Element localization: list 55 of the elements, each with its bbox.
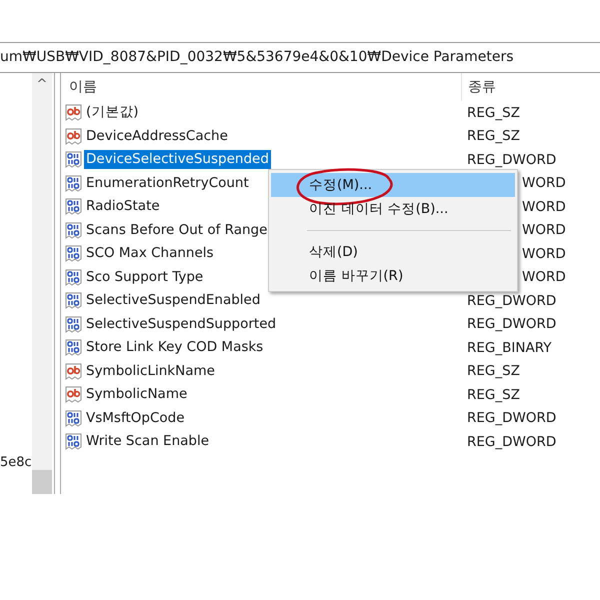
value-name[interactable]: EnumerationRetryCount (84, 174, 251, 193)
binary-value-icon (65, 198, 82, 216)
value-type: WORD (521, 198, 566, 217)
value-type: REG_SZ (467, 386, 520, 405)
value-type: REG_DWORD (467, 409, 556, 428)
value-name[interactable]: Sco Support Type (84, 268, 206, 287)
string-value-icon (65, 128, 82, 145)
value-type: WORD (521, 174, 566, 194)
value-name[interactable]: DeviceAddressCache (84, 126, 230, 146)
binary-value-icon (65, 339, 82, 356)
menu-item[interactable]: 삭제(D) (271, 240, 515, 264)
value-name[interactable]: Scans Before Out of Range (84, 220, 270, 240)
binary-value-icon (65, 316, 82, 333)
scroll-up-arrow[interactable]: ^ (32, 75, 52, 94)
binary-value-icon (65, 151, 82, 168)
value-name[interactable]: VsMsftOpCode (84, 408, 187, 428)
value-type: REG_DWORD (467, 432, 556, 452)
value-type: REG_DWORD (467, 150, 556, 170)
value-type: REG_BINARY (467, 338, 552, 358)
value-type: REG_SZ (467, 127, 520, 146)
value-name[interactable]: SymbolicName (84, 385, 190, 404)
column-header[interactable]: 이름 (65, 76, 461, 98)
binary-value-icon (65, 245, 82, 262)
value-name[interactable]: (기본값) (84, 103, 141, 122)
value-type: REG_DWORD (467, 292, 556, 311)
value-name[interactable]: RadioState (84, 197, 162, 216)
value-type: REG_DWORD (467, 315, 556, 334)
value-name[interactable]: SelectiveSuspendSupported (84, 314, 278, 334)
binary-value-icon (65, 222, 82, 239)
binary-value-icon (65, 174, 82, 192)
value-name[interactable]: SCO Max Channels (84, 244, 216, 264)
menu-item[interactable]: 이름 바꾸기(R) (271, 264, 515, 288)
string-value-icon (65, 386, 82, 404)
value-name[interactable]: SelectiveSuspendEnabled (84, 291, 262, 310)
value-type: WORD (521, 244, 566, 264)
column-header[interactable]: 종류 (461, 73, 496, 101)
menu-item[interactable]: 이진 데이터 수정(B)... (271, 197, 515, 221)
value-name[interactable]: SymbolicLinkName (84, 362, 217, 381)
binary-value-icon (65, 268, 82, 286)
value-name[interactable]: DeviceSelectiveSuspended (84, 150, 271, 170)
binary-value-icon (65, 410, 82, 427)
value-type: REG_SZ (467, 104, 520, 123)
binary-value-icon (65, 433, 82, 450)
value-type: WORD (521, 268, 566, 288)
value-type: WORD (521, 221, 566, 240)
value-name[interactable]: Store Link Key COD Masks (84, 338, 266, 358)
tree-item-text[interactable]: 5e8c (0, 453, 32, 472)
value-type: REG_SZ (467, 362, 520, 382)
string-value-icon (65, 362, 82, 380)
value-name[interactable]: Write Scan Enable (84, 432, 212, 452)
menu-item[interactable]: 수정(M)... (271, 173, 515, 197)
address-path: um₩USB₩VID_8087&PID_0032₩5&53679e4&0&10₩Device Parameters (0, 48, 514, 67)
scrollbar-thumb[interactable] (32, 470, 52, 494)
string-value-icon (65, 104, 82, 122)
binary-value-icon (65, 292, 82, 310)
